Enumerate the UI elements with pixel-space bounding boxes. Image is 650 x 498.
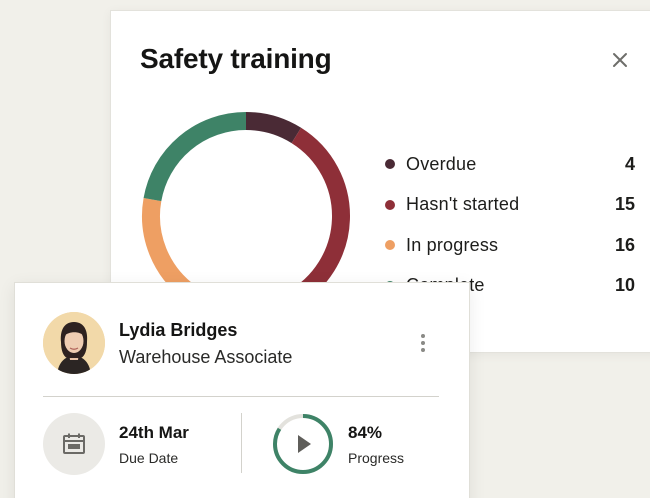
legend-count: 16 [614, 234, 635, 255]
legend-dot [385, 240, 395, 251]
donut-segment-overdue [245, 112, 302, 144]
employee-role: Warehouse Associate [119, 347, 293, 367]
more-vertical-icon [421, 341, 425, 345]
more-vertical-icon [421, 334, 425, 338]
person-portrait-icon [43, 312, 105, 374]
legend-label: In progress [406, 234, 499, 255]
legend-item-hasnt-started: Hasn't started 15 [385, 185, 635, 226]
stage: Safety training Overdue 4 Hasn't started… [0, 0, 650, 498]
due-date-label: Due Date [119, 450, 179, 466]
legend-count: 4 [624, 153, 635, 174]
employee-name: Lydia Bridges [119, 320, 238, 340]
legend-count: 15 [614, 194, 635, 215]
close-button[interactable] [609, 49, 631, 71]
due-date-icon-circle [43, 413, 105, 475]
calendar-icon [63, 433, 85, 454]
close-icon [613, 53, 627, 67]
legend-item-overdue: Overdue 4 [385, 144, 635, 185]
legend-count: 10 [614, 275, 635, 296]
more-vertical-icon [421, 348, 425, 352]
play-icon [298, 435, 311, 453]
due-date-value: 24th Mar [119, 423, 189, 442]
progress-value: 84% [348, 423, 383, 442]
card-title: Safety training [140, 43, 332, 74]
progress-play-button[interactable] [271, 412, 335, 476]
avatar [43, 312, 105, 374]
employee-profile-card: Lydia Bridges Warehouse Associate 24th M… [14, 282, 470, 498]
legend-dot [385, 199, 395, 210]
divider [43, 396, 439, 397]
progress-label: Progress [348, 450, 405, 466]
legend-label: Hasn't started [406, 194, 520, 215]
donut-segment-hasn-t-started [286, 127, 350, 308]
more-options-button[interactable] [413, 329, 433, 357]
divider [241, 413, 242, 473]
donut-segment-complete [143, 112, 247, 202]
legend-item-in-progress: In progress 16 [385, 225, 635, 266]
legend-dot [385, 159, 395, 170]
legend-label: Overdue [406, 153, 477, 174]
